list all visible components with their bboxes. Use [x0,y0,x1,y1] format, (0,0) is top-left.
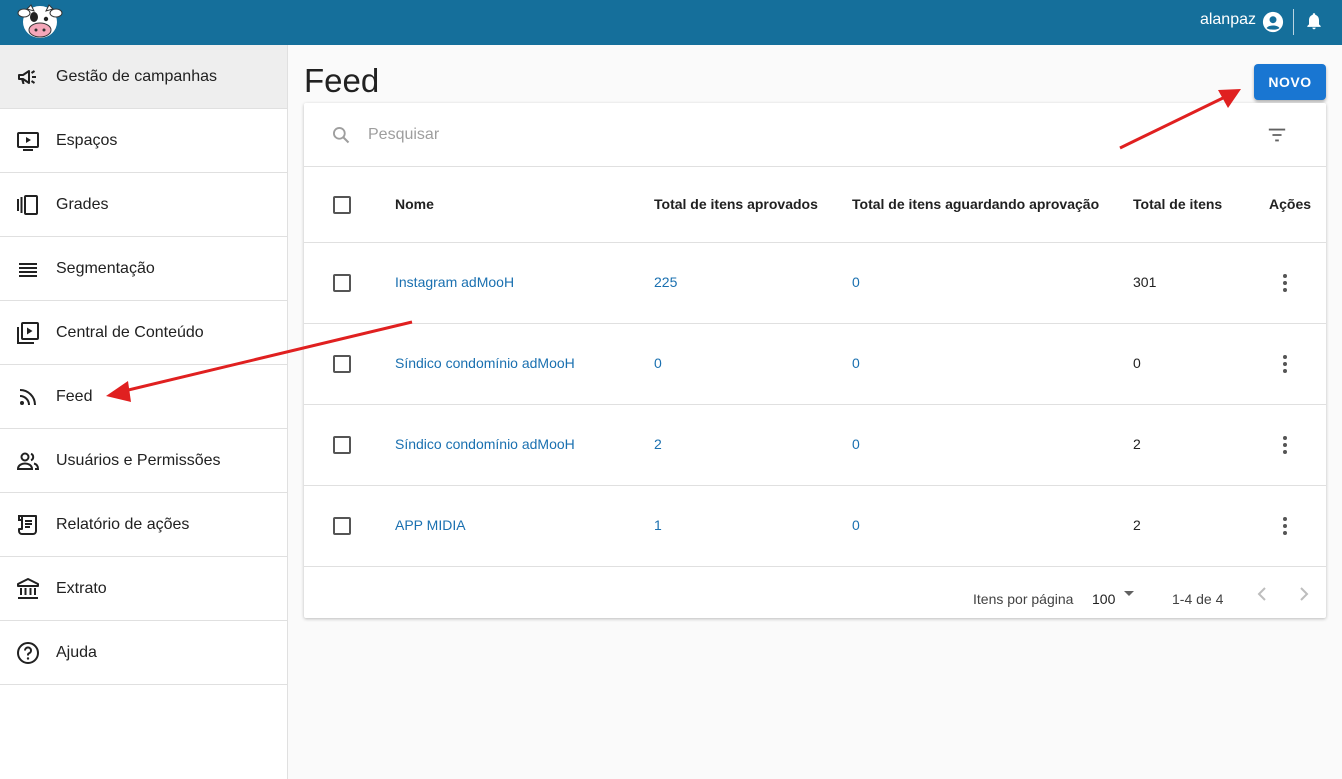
more-vert-icon[interactable] [1275,434,1295,456]
sidebar-item-label: Usuários e Permissões [56,451,221,469]
row-checkbox[interactable] [333,355,351,373]
sidebar-item-extrato[interactable]: Extrato [0,557,287,621]
row-approved-count[interactable]: 0 [654,355,662,371]
carousel-icon [17,194,38,215]
column-header-total[interactable]: Total de itens [1133,196,1222,212]
more-vert-icon[interactable] [1275,272,1295,294]
row-name-link[interactable]: Instagram adMooH [395,274,514,290]
rss-feed-icon [19,388,36,405]
table-row: Síndico condomínio adMooH 2 0 2 [304,405,1326,486]
username-label[interactable]: alanpaz [1200,11,1256,29]
chevron-left-icon[interactable] [1255,586,1271,602]
bell-icon[interactable] [1304,10,1324,32]
row-checkbox[interactable] [333,436,351,454]
row-approved-count[interactable]: 225 [654,274,677,290]
sidebar-item-feed[interactable]: Feed [0,365,287,429]
search-bar [304,103,1326,167]
sidebar-item-ajuda[interactable]: Ajuda [0,621,287,685]
sidebar-item-label: Segmentação [56,259,155,277]
search-icon [333,127,350,144]
chevron-down-icon[interactable] [1123,590,1135,598]
row-approved-count[interactable]: 2 [654,436,662,452]
table-row: Instagram adMooH 225 0 301 [304,243,1326,324]
top-app-bar: alanpaz [0,0,1342,45]
sidebar-item-relatorio-acoes[interactable]: Relatório de ações [0,493,287,557]
sidebar-item-usuarios-permissoes[interactable]: Usuários e Permissões [0,429,287,493]
table-row: APP MIDIA 1 0 2 [304,486,1326,567]
more-vert-icon[interactable] [1275,353,1295,375]
scroll-report-icon [18,514,37,535]
sidebar-item-label: Gestão de campanhas [56,67,217,85]
account-circle-icon[interactable] [1262,11,1284,33]
sidebar: Gestão de campanhas Espaços Grades Segme… [0,45,288,779]
row-pending-count[interactable]: 0 [852,436,860,452]
pagination-range: 1-4 de 4 [1172,591,1224,607]
bank-icon [17,577,39,599]
help-circle-icon [17,641,39,664]
megaphone-icon [18,69,36,84]
table-row: Síndico condomínio adMooH 0 0 0 [304,324,1326,405]
list-lines-icon [19,262,37,277]
row-name-link[interactable]: Síndico condomínio adMooH [395,355,575,371]
column-header-aguardando[interactable]: Total de itens aguardando aprovação [852,196,1099,212]
sidebar-item-grades[interactable]: Grades [0,173,287,237]
header-divider [1293,9,1294,35]
screen-play-icon [17,131,39,151]
row-pending-count[interactable]: 0 [852,517,860,533]
column-header-acoes: Ações [1269,196,1312,212]
row-approved-count[interactable]: 1 [654,517,662,533]
chevron-right-icon[interactable] [1295,586,1311,602]
sidebar-item-label: Feed [56,387,93,405]
row-name-link[interactable]: Síndico condomínio adMooH [395,436,575,452]
people-icon [16,452,40,470]
sidebar-item-gestao-campanhas[interactable]: Gestão de campanhas [0,45,287,109]
rows-per-page-label: Itens por página [973,591,1074,607]
row-total-count: 301 [1133,274,1157,290]
video-library-icon [17,321,39,344]
filter-icon[interactable] [1266,125,1288,145]
row-pending-count[interactable]: 0 [852,274,860,290]
new-feed-button[interactable]: NOVO [1254,64,1326,100]
row-total-count: 2 [1133,436,1141,452]
feed-table-card: Nome Total de itens aprovados Total de i… [304,103,1326,618]
rows-per-page-select[interactable]: 100 [1092,591,1115,607]
sidebar-item-label: Extrato [56,579,107,597]
sidebar-item-espacos[interactable]: Espaços [0,109,287,173]
sidebar-item-segmentacao[interactable]: Segmentação [0,237,287,301]
sidebar-item-central-conteudo[interactable]: Central de Conteúdo [0,301,287,365]
row-checkbox[interactable] [333,274,351,292]
search-input[interactable] [368,123,1168,147]
row-pending-count[interactable]: 0 [852,355,860,371]
table-pagination: Itens por página 100 1-4 de 4 [304,566,1326,618]
row-checkbox[interactable] [333,517,351,535]
sidebar-item-label: Central de Conteúdo [56,323,204,341]
sidebar-item-label: Grades [56,195,109,213]
row-total-count: 2 [1133,517,1141,533]
select-all-checkbox[interactable] [333,196,351,214]
sidebar-item-label: Ajuda [56,643,97,661]
table-header: Nome Total de itens aprovados Total de i… [304,167,1326,243]
page-title: Feed [304,62,380,99]
row-name-link[interactable]: APP MIDIA [395,517,466,533]
cow-logo-icon[interactable] [17,3,63,41]
column-header-nome[interactable]: Nome [395,196,434,212]
more-vert-icon[interactable] [1275,515,1295,537]
column-header-aprovados[interactable]: Total de itens aprovados [654,196,818,212]
sidebar-item-label: Relatório de ações [56,515,190,533]
sidebar-item-label: Espaços [56,131,118,149]
row-total-count: 0 [1133,355,1141,371]
